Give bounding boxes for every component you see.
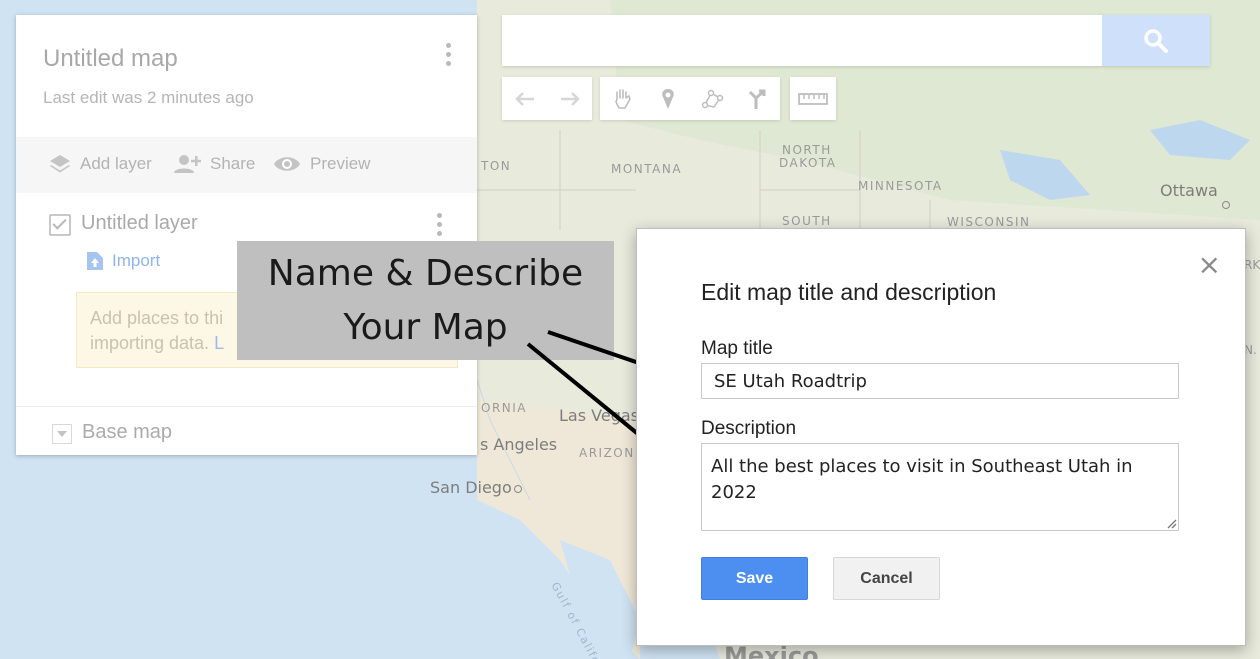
map-title-input[interactable]	[701, 363, 1179, 399]
save-button[interactable]: Save	[701, 557, 808, 600]
add-layer-button[interactable]: Add layer	[48, 153, 156, 175]
callout-line-1: Name & Describe	[267, 253, 584, 294]
city-ottawa: Ottawa	[1160, 181, 1218, 200]
undo-button[interactable]	[502, 77, 547, 120]
ruler-icon	[797, 92, 828, 105]
map-label-montana: MONTANA	[611, 162, 683, 176]
marker-icon	[661, 88, 674, 109]
undo-icon	[514, 91, 534, 106]
base-map-expand-icon[interactable]	[52, 424, 72, 444]
map-label-minnesota: MINNESOTA	[858, 179, 943, 193]
callout-line-2: Your Map	[343, 307, 508, 348]
base-map-label[interactable]: Base map	[82, 421, 172, 444]
map-options-icon[interactable]	[446, 43, 452, 69]
share-label: Share	[210, 154, 256, 173]
map-title-label: Map title	[701, 338, 773, 359]
panel-toolbar: Add layer Share Preview	[16, 137, 477, 193]
map-label-rk: RK	[1244, 258, 1260, 272]
map-label-south: SOUTH	[782, 214, 832, 228]
map-label-ornia: ORNIA	[481, 401, 528, 415]
cancel-button[interactable]: Cancel	[833, 557, 940, 600]
redo-icon	[560, 91, 580, 106]
import-file-icon	[87, 252, 103, 270]
layer-name[interactable]: Untitled layer	[81, 212, 198, 235]
tip-learn-more-link[interactable]: L	[214, 333, 224, 353]
measure-group	[790, 77, 836, 120]
directions-button[interactable]	[735, 77, 780, 120]
hand-icon	[614, 88, 631, 109]
map-label-north: NORTH	[782, 143, 832, 157]
map-label-dakota: DAKOTA	[779, 156, 837, 170]
directions-icon	[748, 89, 765, 109]
city-las-vegas: Las Vegas	[559, 406, 639, 425]
draw-tools-group	[600, 77, 780, 120]
preview-button[interactable]: Preview	[272, 153, 370, 175]
add-layer-label: Add layer	[80, 154, 152, 173]
import-link[interactable]: Import	[86, 251, 160, 271]
draw-line-button[interactable]	[690, 77, 735, 120]
share-button[interactable]: Share	[172, 153, 255, 175]
eye-icon	[274, 157, 300, 171]
map-label-wisconsin: WISCONSIN	[947, 215, 1031, 229]
redo-button[interactable]	[547, 77, 592, 120]
resize-handle-icon[interactable]	[1165, 517, 1177, 529]
dialog-title: Edit map title and description	[701, 279, 997, 305]
layer-options-icon[interactable]	[437, 213, 443, 239]
panel-divider	[16, 406, 477, 407]
import-label: Import	[112, 251, 161, 270]
add-person-icon	[174, 155, 201, 173]
city-ottawa-dot	[1222, 201, 1230, 209]
measure-button[interactable]	[790, 77, 835, 120]
map-label-ton: TON	[481, 159, 512, 173]
select-hand-button[interactable]	[600, 77, 645, 120]
draw-line-icon	[701, 89, 723, 108]
map-label-arizon: ARIZON	[579, 446, 635, 460]
map-title[interactable]: Untitled map	[43, 45, 178, 73]
annotation-callout: Name & Describe Your Map	[237, 241, 614, 360]
city-san-diego: San Diego	[430, 478, 522, 497]
city-los-angeles: s Angeles	[480, 435, 558, 454]
preview-label: Preview	[310, 154, 371, 173]
edit-map-dialog: × Edit map title and description Map tit…	[636, 228, 1246, 646]
close-icon[interactable]: ×	[1198, 251, 1221, 279]
undo-redo-group	[502, 77, 592, 120]
layer-checkbox[interactable]	[49, 214, 71, 236]
description-textarea[interactable]: All the best places to visit in Southeas…	[701, 443, 1179, 531]
city-san-diego-dot	[513, 484, 522, 493]
search-icon	[1144, 28, 1168, 53]
add-marker-button[interactable]	[645, 77, 690, 120]
description-label: Description	[701, 418, 797, 439]
search-button[interactable]	[1102, 15, 1210, 66]
map-panel: Untitled map Last edit was 2 minutes ago…	[16, 15, 477, 455]
search-bar	[502, 15, 1210, 66]
last-edit-text: Last edit was 2 minutes ago	[43, 88, 254, 107]
search-input[interactable]	[502, 15, 1092, 66]
layers-icon	[50, 155, 70, 173]
